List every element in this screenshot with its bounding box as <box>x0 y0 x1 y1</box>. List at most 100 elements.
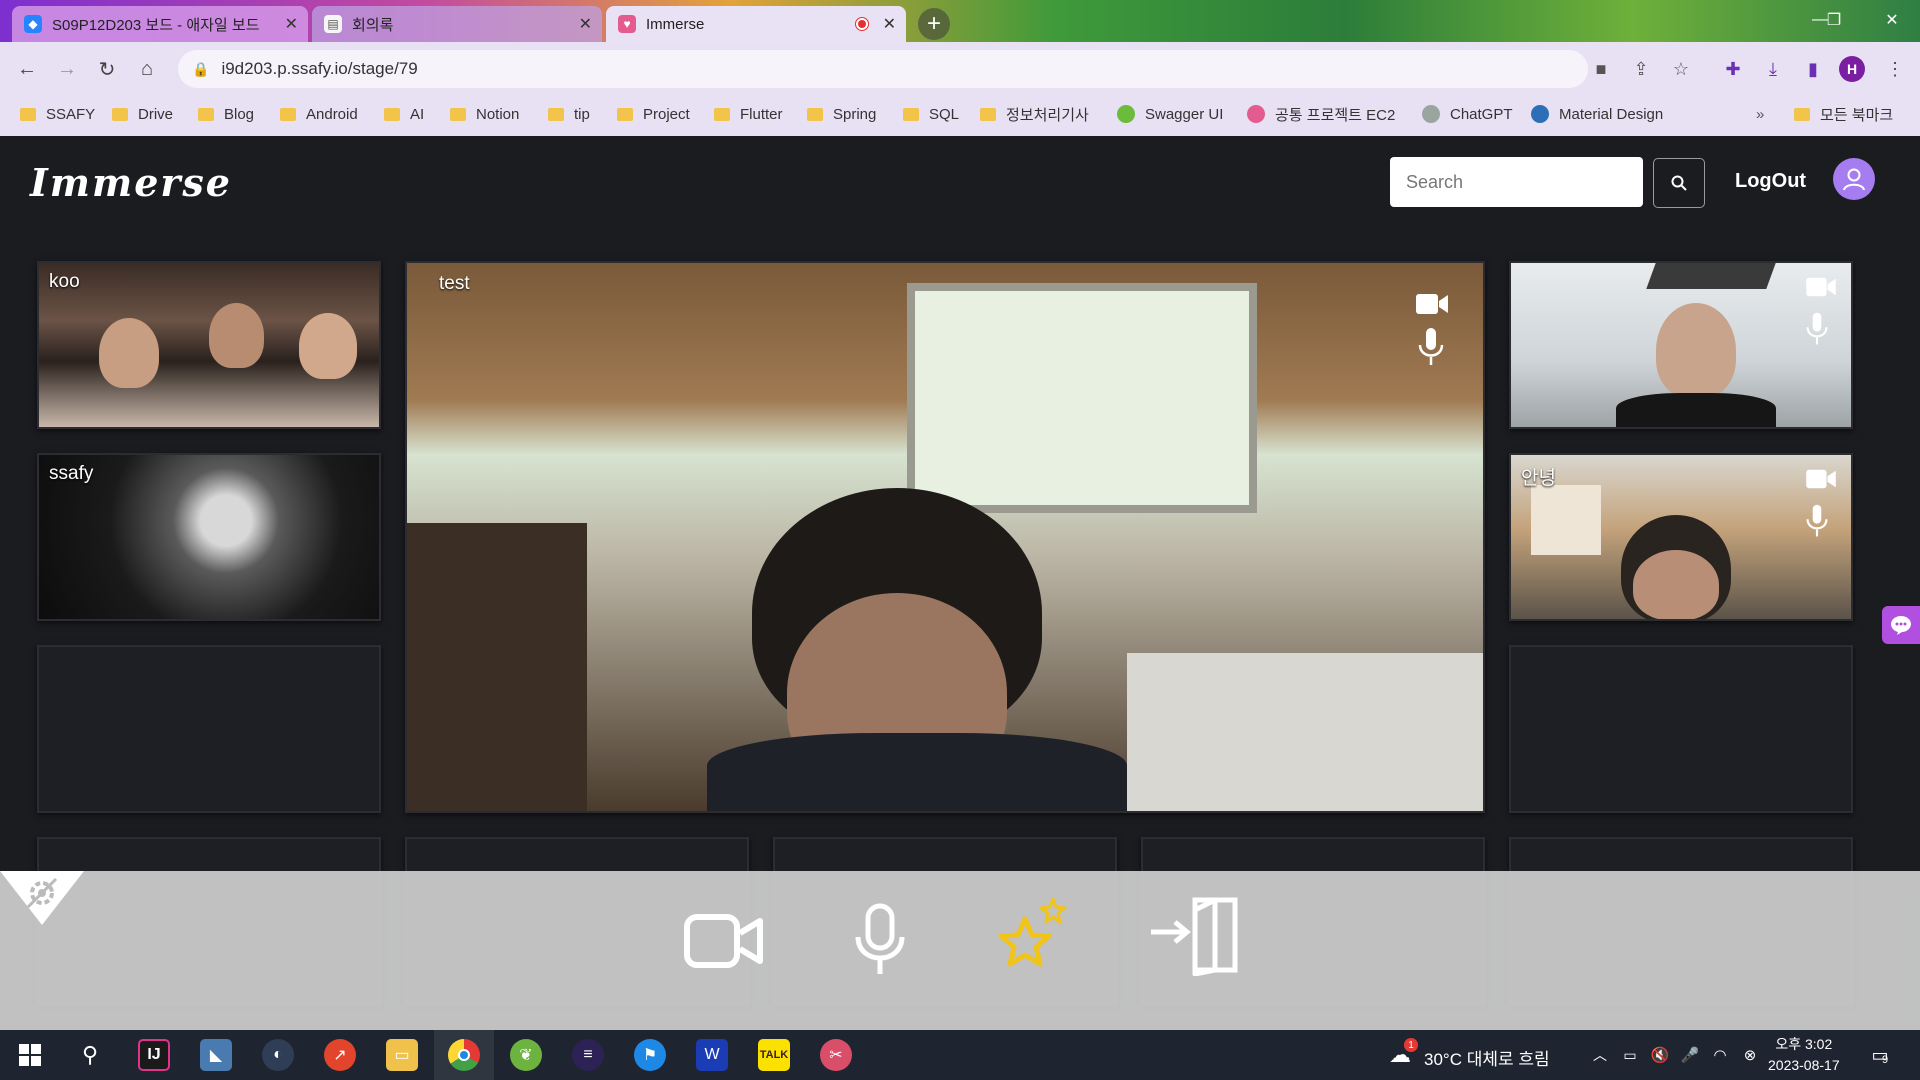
maps-pin-icon[interactable]: ⚑ <box>634 1039 666 1071</box>
microphone-icon <box>855 903 905 974</box>
bookmark-blog[interactable]: Blog <box>198 106 254 123</box>
profile-avatar[interactable]: H <box>1839 56 1865 82</box>
chat-button[interactable] <box>1882 606 1920 644</box>
back-arrow-icon[interactable]: ← <box>12 54 42 84</box>
tab-immerse[interactable]: ♥ Immerse ✕ <box>606 6 906 42</box>
home-icon[interactable]: ⌂ <box>132 54 162 84</box>
postman-icon[interactable]: ↗ <box>324 1039 356 1071</box>
tab-title: 회의록 <box>352 16 394 34</box>
reload-icon[interactable]: ↻ <box>92 54 122 84</box>
close-icon[interactable]: ✕ <box>579 14 592 34</box>
participant-video-tile[interactable]: koo <box>37 261 381 429</box>
address-bar[interactable]: 🔒 i9d203.p.ssafy.io/stage/79 <box>178 50 1588 88</box>
all-bookmarks-folder[interactable]: 모든 북마크 <box>1794 104 1893 125</box>
kakaotalk-icon[interactable]: TALK <box>758 1039 790 1071</box>
bookmark-spring[interactable]: Spring <box>807 106 876 123</box>
bookmark-flutter[interactable]: Flutter <box>714 106 783 123</box>
main-video-tile[interactable]: test <box>405 261 1485 813</box>
spring-tools-icon[interactable]: ❦ <box>510 1039 542 1071</box>
webex-icon[interactable]: W <box>696 1039 728 1071</box>
bookmark-drive[interactable]: Drive <box>112 106 173 123</box>
call-control-bar <box>0 871 1920 1030</box>
reaction-star-button[interactable] <box>990 891 1070 981</box>
toggle-camera-button[interactable] <box>680 901 768 981</box>
camera-on-icon[interactable] <box>1415 291 1449 317</box>
bookmark-label: ChatGPT <box>1450 105 1513 123</box>
bookmark-ec2[interactable]: 공통 프로젝트 EC2 <box>1247 104 1395 125</box>
camera-on-icon[interactable] <box>1805 467 1837 491</box>
intellij-icon[interactable]: IJ <box>138 1039 170 1071</box>
jira-icon: ◆ <box>24 15 42 33</box>
search-button[interactable] <box>1653 158 1705 208</box>
close-icon[interactable]: ✕ <box>883 14 896 34</box>
settings-gear-button[interactable] <box>0 871 84 925</box>
system-clock[interactable]: 오후 3:02 2023-08-17 <box>1768 1034 1840 1076</box>
restore-icon[interactable]: ❐ <box>1814 6 1854 34</box>
bookmark-tip[interactable]: tip <box>548 106 590 123</box>
bookmark-chatgpt[interactable]: ChatGPT <box>1422 105 1513 123</box>
tab-jira-board[interactable]: ◆ S09P12D203 보드 - 애자일 보드 ✕ <box>12 6 308 42</box>
bookmark-notion[interactable]: Notion <box>450 106 519 123</box>
new-tab-button[interactable]: + <box>918 8 950 40</box>
bookmark-ai[interactable]: AI <box>384 106 424 123</box>
bookmark-star-icon[interactable]: ☆ <box>1668 56 1694 82</box>
participant-video-tile[interactable]: ssafy <box>37 453 381 621</box>
video-frame <box>209 303 264 368</box>
folder-icon <box>20 107 36 121</box>
search-input[interactable] <box>1390 157 1643 207</box>
bookmark-info-processing[interactable]: 정보처리기사 <box>980 104 1089 125</box>
participant-video-tile[interactable]: 안녕 <box>1509 453 1853 621</box>
search-icon[interactable]: ⚲ <box>74 1039 106 1071</box>
leave-room-button[interactable] <box>1145 891 1245 981</box>
wifi-icon[interactable]: ◠ <box>1704 1039 1736 1071</box>
exit-door-icon <box>1151 897 1238 976</box>
bookmark-android[interactable]: Android <box>280 106 358 123</box>
download-icon[interactable]: ⤓ <box>1758 54 1788 84</box>
network-disconnected-icon[interactable]: ⊗ <box>1734 1039 1766 1071</box>
side-panel-icon[interactable]: ▮ <box>1798 54 1828 84</box>
bookmark-material-design[interactable]: Material Design <box>1531 105 1663 123</box>
toggle-microphone-button[interactable] <box>840 897 920 983</box>
logout-button[interactable]: LogOut <box>1735 170 1806 193</box>
clock-date: 2023-08-17 <box>1768 1057 1840 1073</box>
bookmark-sql[interactable]: SQL <box>903 106 959 123</box>
chrome-icon[interactable] <box>448 1039 480 1071</box>
notification-center-icon[interactable]: ▭ <box>1864 1039 1896 1071</box>
participant-video-tile[interactable] <box>1509 261 1853 429</box>
eclipse-icon[interactable]: ≡ <box>572 1039 604 1071</box>
folder-icon <box>807 107 823 121</box>
dbeaver-icon[interactable]: ◣ <box>200 1039 232 1071</box>
windows-start-icon[interactable] <box>14 1039 46 1071</box>
menu-kebab-icon[interactable]: ⋮ <box>1880 54 1910 84</box>
bookmark-project[interactable]: Project <box>617 106 690 123</box>
camera-in-use-icon[interactable]: ■ <box>1588 56 1614 82</box>
close-icon[interactable]: ✕ <box>285 14 298 34</box>
bookmark-ssafy[interactable]: SSAFY <box>20 106 95 123</box>
bookmark-swagger[interactable]: Swagger UI <box>1117 105 1223 123</box>
app-logo[interactable]: Immerse <box>30 160 232 205</box>
participant-name: 안녕 <box>1521 468 1556 489</box>
browser-toolbar: ← → ↻ ⌂ 🔒 i9d203.p.ssafy.io/stage/79 ■ ⇪… <box>0 42 1920 136</box>
weather-text[interactable]: 30°C 대체로 흐림 <box>1424 1045 1550 1070</box>
video-frame <box>1656 303 1736 398</box>
extensions-puzzle-icon[interactable]: ✚ <box>1718 54 1748 84</box>
microphone-on-icon[interactable] <box>1805 311 1829 347</box>
file-explorer-icon[interactable]: ▭ <box>386 1039 418 1071</box>
snipping-tool-icon[interactable]: ✂ <box>820 1039 852 1071</box>
obs-icon[interactable]: ◐ <box>262 1039 294 1071</box>
chevron-up-icon[interactable]: ︿ <box>1584 1039 1616 1071</box>
video-camera-icon <box>684 914 763 968</box>
share-icon[interactable]: ⇪ <box>1628 56 1654 82</box>
tab-meeting-notes[interactable]: ▤ 회의록 ✕ <box>312 6 602 42</box>
bookmark-label: Spring <box>833 105 877 123</box>
more-bookmarks-chevron[interactable]: » <box>1756 106 1764 123</box>
user-avatar[interactable] <box>1833 158 1875 200</box>
camera-on-icon[interactable] <box>1805 275 1837 299</box>
microphone-icon[interactable]: 🎤 <box>1674 1039 1706 1071</box>
speaker-muted-icon[interactable]: 🔇 <box>1644 1039 1676 1071</box>
battery-icon[interactable]: ▭ <box>1614 1039 1646 1071</box>
microphone-on-icon[interactable] <box>1805 503 1829 539</box>
microphone-on-icon[interactable] <box>1417 327 1445 367</box>
forward-arrow-icon[interactable]: → <box>52 54 82 84</box>
window-close-icon[interactable]: ✕ <box>1872 6 1912 34</box>
